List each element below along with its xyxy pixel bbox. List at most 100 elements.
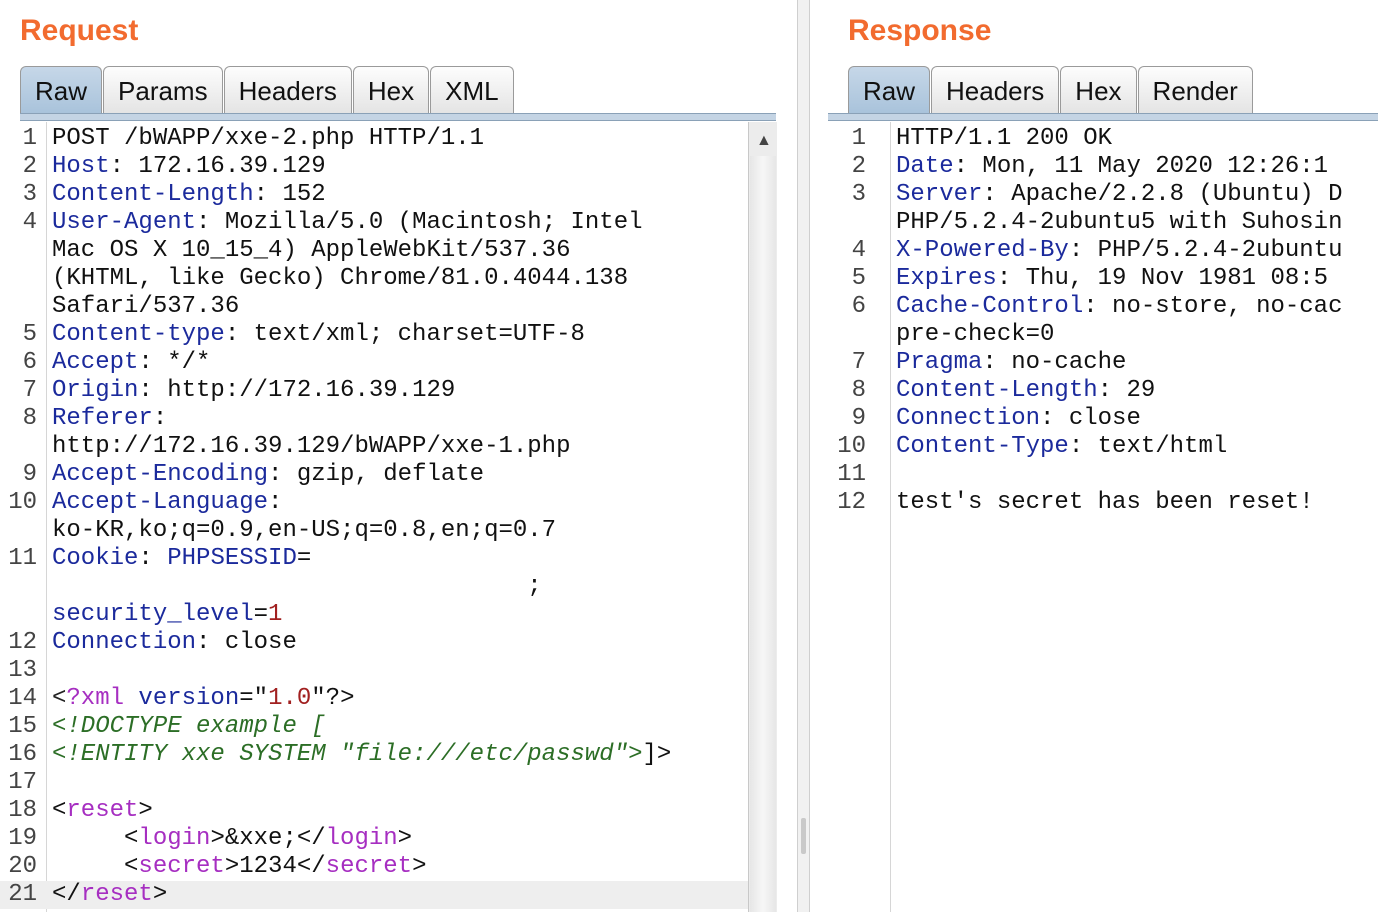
scroll-up-arrow-icon[interactable]: ▲ [756,132,772,150]
request-code-line: http://172.16.39.129/bWAPP/xxe-1.php [0,433,748,461]
request-scrollbar[interactable]: ▲ [748,122,777,912]
line-number: 6 [851,293,866,320]
token-text: Safari/537.36 [52,293,240,320]
request-tab-raw[interactable]: Raw [20,66,103,113]
token-text: : text/html [1068,433,1228,460]
request-code-line: 17 [0,769,748,797]
line-number: 9 [22,461,37,488]
request-tab-params[interactable]: Params [103,66,223,113]
line-number: 1 [22,125,37,152]
response-tab-hex[interactable]: Hex [1060,66,1137,113]
pane-splitter[interactable] [797,0,810,912]
response-code-line: 3 Server: Apache/2.2.8 (Ubuntu) D [810,181,1378,209]
line-text: pre-check=0 [896,321,1378,349]
token-hdr: Host [52,153,110,180]
token-text: : [268,489,283,516]
request-code-line: 13 [0,657,748,685]
token-text: : Thu, 19 Nov 1981 08:5 [996,265,1329,292]
request-scroll-track[interactable] [750,156,776,912]
token-text: : text/xml; charset=UTF-8 [224,321,585,348]
line-number: 6 [22,349,37,376]
request-editor[interactable]: 1 POST /bWAPP/xxe-2.php HTTP/1.1 2 Host: 17… [0,122,748,912]
token-hdr: Server [896,181,983,208]
request-tabs: Raw Params Headers Hex XML [20,66,515,114]
response-code-line: 6 Cache-Control: no-store, no-cac [810,293,1378,321]
request-tab-hex[interactable]: Hex [352,66,430,113]
line-text: User-Agent: Mozilla/5.0 (Macintosh; Inte… [52,209,748,237]
line-text: Connection: close [52,629,748,657]
token-text: =" [239,685,269,712]
line-number: 11 [8,545,37,572]
token-hdr: Cookie [52,545,139,572]
request-code-line: 2 Host: 172.16.39.129 [0,153,748,181]
line-text: <!DOCTYPE example [ [52,713,748,741]
request-tab-rule [20,113,776,121]
token-hdr: Accept [52,349,139,376]
line-number: 2 [22,153,37,180]
request-code-line: Mac OS X 10_15_4) AppleWebKit/537.36 [0,237,748,265]
line-text: Origin: http://172.16.39.129 [52,377,748,405]
response-code-line: 4 X-Powered-By: PHP/5.2.4-2ubuntu [810,237,1378,265]
line-text: Safari/537.36 [52,293,748,321]
request-code-line: 10 Accept-Language: [0,489,748,517]
splitter-grip-handle[interactable] [801,818,806,854]
line-text: ko-KR,ko;q=0.9,en-US;q=0.8,en;q=0.7 [52,517,748,545]
token-hdr: Connection [52,629,197,656]
line-number: 16 [8,741,37,768]
request-tab-headers[interactable]: Headers [223,66,352,113]
token-text: http://172.16.39.129/bWAPP/xxe-1.php [52,433,571,460]
line-number: 4 [22,209,37,236]
token-tag: login [325,825,398,852]
line-number: 3 [851,181,866,208]
request-code-line: 7 Origin: http://172.16.39.129 [0,377,748,405]
token-text: > [412,853,427,880]
token-text: < [52,853,139,880]
token-text: : [152,405,168,432]
request-code-line: ; [0,573,748,601]
token-text: >&xxe;</ [210,825,326,852]
line-number: 5 [22,321,37,348]
line-text: Cookie: PHPSESSID= [52,545,748,573]
token-text: : Apache/2.2.8 (Ubuntu) D [982,181,1343,208]
request-code-line: 8 Referer: [0,405,748,433]
line-number: 12 [8,629,37,656]
response-tab-headers[interactable]: Headers [931,66,1060,113]
response-title: Response [848,14,992,47]
request-tab-xml[interactable]: XML [430,66,514,113]
request-code-line: 3 Content-Length: 152 [0,181,748,209]
line-number: 7 [851,349,866,376]
token-hdr: Connection [896,405,1041,432]
token-text: > [397,825,413,852]
response-tab-render[interactable]: Render [1137,66,1253,113]
response-code-line: 9 Connection: close [810,405,1378,433]
response-code-line: 12 test's secret has been reset! [810,489,1378,517]
line-number: 10 [8,489,37,516]
token-str: 1 [268,601,283,628]
line-text: <reset> [52,797,748,825]
token-text: ]> [642,741,672,768]
request-code-line: 14 <?xml version="1.0"?> [0,685,748,713]
line-text: (KHTML, like Gecko) Chrome/81.0.4044.138 [52,265,748,293]
token-tag: reset [66,797,139,824]
request-code-line: 19 <login>&xxe;</login> [0,825,748,853]
token-tag: ?xml [66,685,125,712]
response-code-line: 2 Date: Mon, 11 May 2020 12:26:1 [810,153,1378,181]
request-lines: 1 POST /bWAPP/xxe-2.php HTTP/1.1 2 Host: 17… [0,125,748,909]
line-number: 11 [837,461,866,488]
token-str: 1.0 [268,685,312,712]
response-code-line: 8 Content-Length: 29 [810,377,1378,405]
token-tag: secret [138,853,225,880]
line-text: Expires: Thu, 19 Nov 1981 08:5 [896,265,1378,293]
token-text: : */* [138,349,211,376]
token-hdr: Accept-Language [52,489,269,516]
line-text: Date: Mon, 11 May 2020 12:26:1 [896,153,1378,181]
response-pane: Response Raw Headers Hex Render 1 HTTP/1.1 2… [810,0,1378,912]
request-title: Request [20,14,139,47]
response-code-line: 1 HTTP/1.1 200 OK [810,125,1378,153]
response-editor[interactable]: 1 HTTP/1.1 200 OK 2 Date: Mon, 11 May 2020 … [810,122,1378,912]
response-code-line: 5 Expires: Thu, 19 Nov 1981 08:5 [810,265,1378,293]
line-number: 2 [851,153,866,180]
response-tab-raw[interactable]: Raw [848,66,931,113]
line-text: <login>&xxe;</login> [52,825,748,853]
